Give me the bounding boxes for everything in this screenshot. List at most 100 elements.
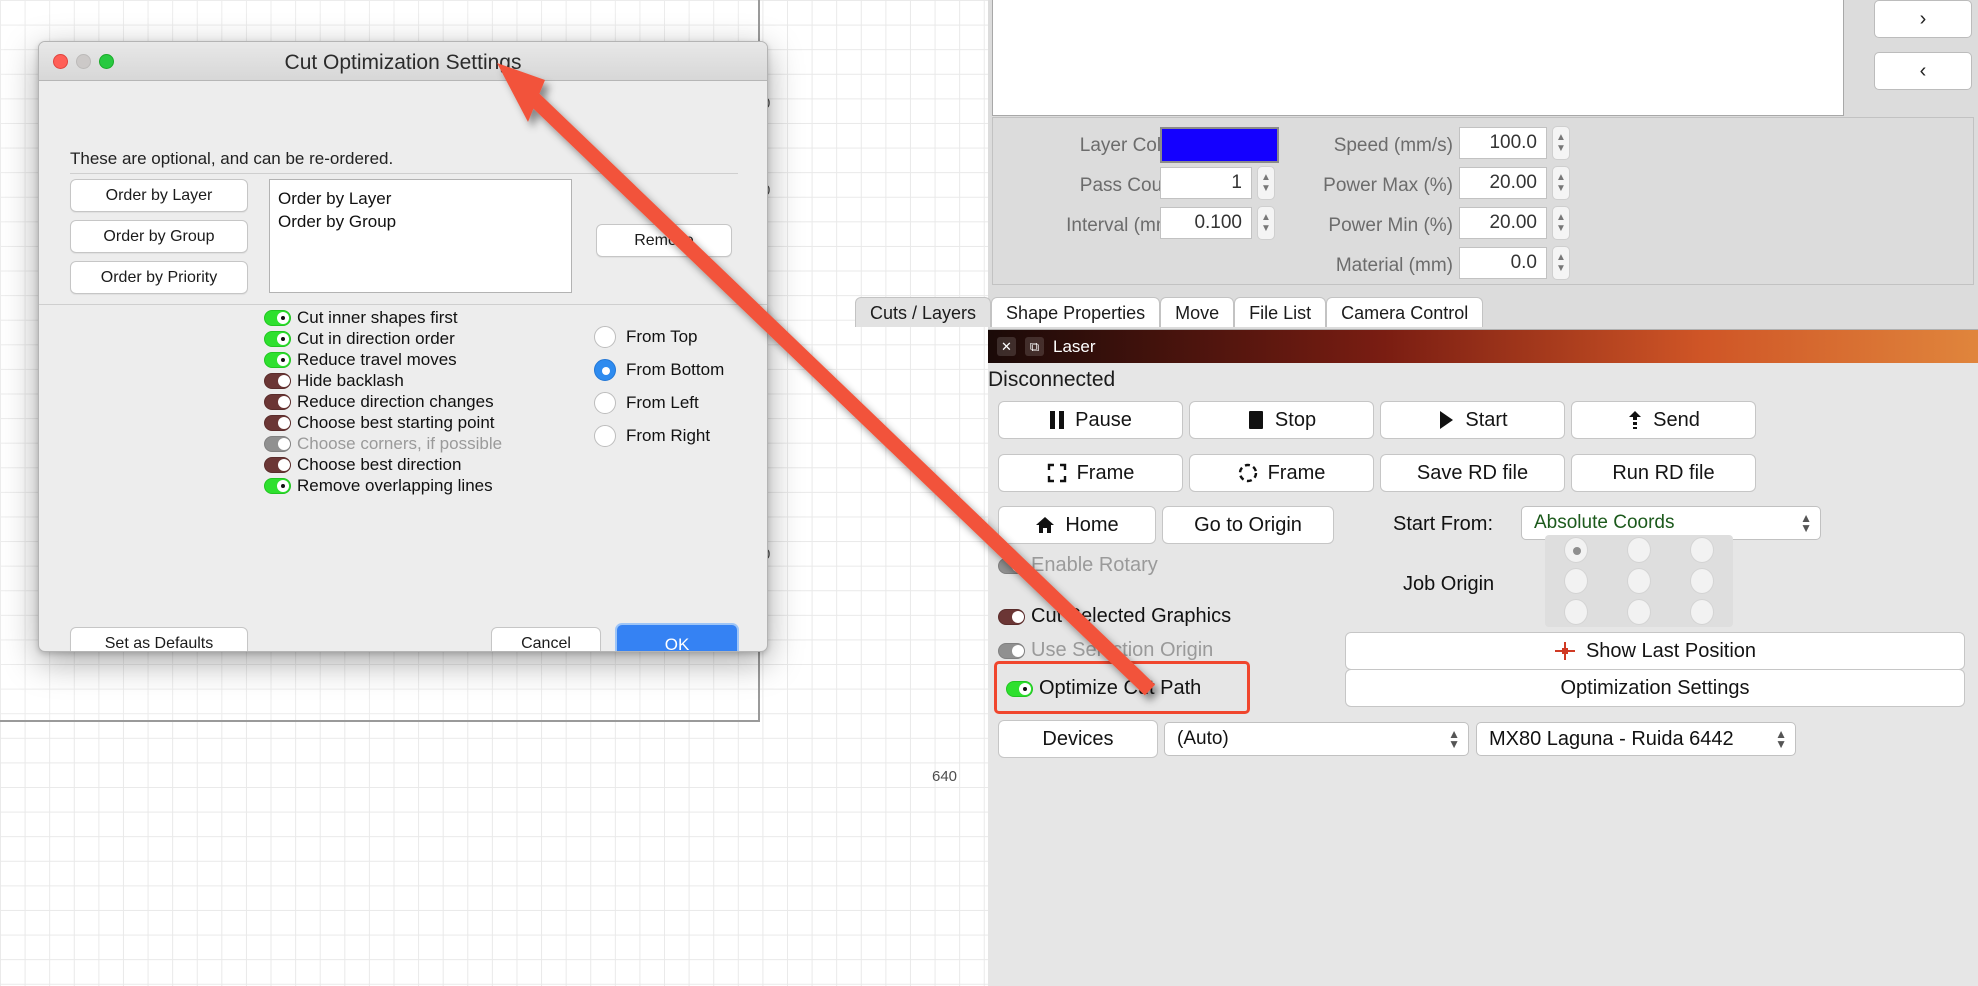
frame-square-button[interactable]: Frame	[998, 454, 1183, 492]
preview-box[interactable]	[992, 0, 1844, 116]
button-label: Show Last Position	[1585, 639, 1757, 662]
radio-row-from-bottom[interactable]: From Bottom	[594, 359, 724, 381]
toggle-row-choose-best-direction[interactable]: Choose best direction	[264, 455, 461, 475]
radio-from-right[interactable]	[594, 425, 616, 447]
toggle-row-cut-inner-shapes-first[interactable]: Cut inner shapes first	[264, 308, 458, 328]
power-max-input[interactable]: 20.00	[1459, 167, 1547, 199]
layer-color-swatch[interactable]	[1160, 127, 1279, 163]
speed-stepper[interactable]: ▲ ▼	[1552, 126, 1570, 160]
power-max-stepper[interactable]: ▲ ▼	[1552, 166, 1570, 200]
toggle-switch-choose-best-direction[interactable]	[264, 457, 291, 473]
tab-camera-control[interactable]: Camera Control	[1326, 297, 1484, 327]
list-item[interactable]: Order by Layer	[278, 187, 571, 210]
job-origin-cell-middle-right[interactable]	[1689, 567, 1714, 594]
material-stepper[interactable]: ▲ ▼	[1552, 246, 1570, 280]
send-button[interactable]: Send	[1571, 401, 1756, 439]
speed-label: Speed (mm/s)	[1333, 135, 1453, 156]
toggle-row-reduce-direction-changes[interactable]: Reduce direction changes	[264, 392, 494, 412]
pause-button[interactable]: Pause	[998, 401, 1183, 439]
job-origin-cell-top-right[interactable]	[1689, 537, 1714, 564]
job-origin-cell-bottom-center[interactable]	[1626, 598, 1651, 625]
radio-row-from-top[interactable]: From Top	[594, 326, 698, 348]
radio-row-from-left[interactable]: From Left	[594, 392, 699, 414]
speed-input[interactable]: 100.0	[1459, 127, 1547, 159]
toggle-row-cut-selected-graphics[interactable]: Cut Selected Graphics	[998, 605, 1231, 628]
restore-icon[interactable]: ⧉	[1025, 337, 1044, 356]
order-by-priority-button[interactable]: Order by Priority	[70, 261, 248, 294]
order-list[interactable]: Order by Layer Order by Group	[269, 179, 572, 293]
divider-top	[70, 173, 738, 174]
laser-panel-titlebar[interactable]: ✕ ⧉ Laser	[988, 330, 1978, 363]
radio-row-from-right[interactable]: From Right	[594, 425, 710, 447]
prev-layer-button[interactable]: ‹	[1874, 52, 1972, 90]
job-origin-grid[interactable]	[1545, 535, 1733, 627]
toggle-switch-reduce-travel-moves[interactable]	[264, 352, 291, 368]
pass-count-input[interactable]: 1	[1160, 167, 1252, 199]
tab-cuts-layers[interactable]: Cuts / Layers	[855, 297, 992, 327]
device-auto-select[interactable]: (Auto) ▲ ▼	[1164, 722, 1469, 756]
device-name-select[interactable]: MX80 Laguna - Ruida 6442 ▲ ▼	[1476, 722, 1796, 756]
radio-label: From Left	[626, 393, 699, 412]
show-last-position-button[interactable]: Show Last Position	[1345, 632, 1965, 670]
devices-button[interactable]: Devices	[998, 720, 1158, 758]
next-layer-button[interactable]: ›	[1874, 0, 1972, 38]
interval-stepper[interactable]: ▲ ▼	[1257, 206, 1275, 240]
toggle-switch-choose-corners-if-possible	[264, 436, 291, 452]
remove-button[interactable]: Remove	[596, 224, 732, 257]
toggle-switch-choose-best-starting-point[interactable]	[264, 415, 291, 431]
job-origin-cell-bottom-left[interactable]	[1564, 598, 1589, 625]
job-origin-cell-bottom-right[interactable]	[1689, 598, 1714, 625]
toggle-row-reduce-travel-moves[interactable]: Reduce travel moves	[264, 350, 457, 370]
tab-file-list[interactable]: File List	[1234, 297, 1327, 327]
go-to-origin-button[interactable]: Go to Origin	[1162, 506, 1334, 544]
power-min-input[interactable]: 20.00	[1459, 207, 1547, 239]
toggle-switch-cut-inner-shapes-first[interactable]	[264, 310, 291, 326]
pass-count-label: Pass Count	[1079, 175, 1178, 196]
toggle-switch-hide-backlash[interactable]	[264, 373, 291, 389]
order-by-group-button[interactable]: Order by Group	[70, 220, 248, 253]
pass-count-stepper[interactable]: ▲ ▼	[1257, 166, 1275, 200]
optimization-settings-button[interactable]: Optimization Settings	[1345, 669, 1965, 707]
save-rd-file-button[interactable]: Save RD file	[1380, 454, 1565, 492]
button-label: Home	[1065, 513, 1119, 536]
job-origin-cell-middle-center[interactable]	[1626, 567, 1651, 594]
radio-from-bottom[interactable]	[594, 359, 616, 381]
home-icon	[1036, 517, 1055, 533]
toggle-row-hide-backlash[interactable]: Hide backlash	[264, 371, 404, 391]
toggle-switch-reduce-direction-changes[interactable]	[264, 394, 291, 410]
tab-move[interactable]: Move	[1160, 297, 1235, 327]
toggle-row-cut-in-direction-order[interactable]: Cut in direction order	[264, 329, 455, 349]
radio-from-left[interactable]	[594, 392, 616, 414]
start-button[interactable]: Start	[1380, 401, 1565, 439]
toggle-switch-remove-overlapping-lines[interactable]	[264, 478, 291, 494]
toggle-row-remove-overlapping-lines[interactable]: Remove overlapping lines	[264, 476, 493, 496]
home-button[interactable]: Home	[998, 506, 1156, 544]
power-min-stepper[interactable]: ▲ ▼	[1552, 206, 1570, 240]
frame-round-button[interactable]: Frame	[1189, 454, 1374, 492]
chevron-updown-icon: ▲ ▼	[1775, 727, 1787, 751]
toggle-row-choose-best-starting-point[interactable]: Choose best starting point	[264, 413, 495, 433]
radio-from-top[interactable]	[594, 326, 616, 348]
panel-tabs[interactable]: Cuts / Layers Shape Properties Move File…	[855, 297, 1484, 327]
start-from-value: Absolute Coords	[1534, 512, 1675, 533]
toggle-switch-cut-in-direction-order[interactable]	[264, 331, 291, 347]
material-input[interactable]: 0.0	[1459, 247, 1547, 279]
toggle-switch-cut-selected-graphics[interactable]	[998, 608, 1025, 625]
cancel-button[interactable]: Cancel	[491, 627, 601, 651]
close-icon[interactable]: ✕	[997, 337, 1016, 356]
ok-button[interactable]: OK	[615, 623, 739, 651]
dialog-titlebar[interactable]: Cut Optimization Settings	[39, 42, 767, 81]
interval-input[interactable]: 0.100	[1160, 207, 1252, 239]
stop-button[interactable]: Stop	[1189, 401, 1374, 439]
order-by-layer-button[interactable]: Order by Layer	[70, 179, 248, 212]
power-min-label: Power Min (%)	[1328, 215, 1453, 236]
run-rd-file-button[interactable]: Run RD file	[1571, 454, 1756, 492]
job-origin-cell-top-left[interactable]	[1564, 537, 1589, 564]
list-item[interactable]: Order by Group	[278, 210, 571, 233]
set-as-defaults-button[interactable]: Set as Defaults	[70, 627, 248, 651]
cut-optimization-settings-dialog[interactable]: Cut Optimization Settings These are opti…	[38, 41, 768, 652]
job-origin-cell-top-center[interactable]	[1626, 537, 1651, 564]
laser-panel-title: Laser	[1053, 336, 1096, 356]
job-origin-cell-middle-left[interactable]	[1564, 567, 1589, 594]
tab-shape-properties[interactable]: Shape Properties	[991, 297, 1161, 327]
